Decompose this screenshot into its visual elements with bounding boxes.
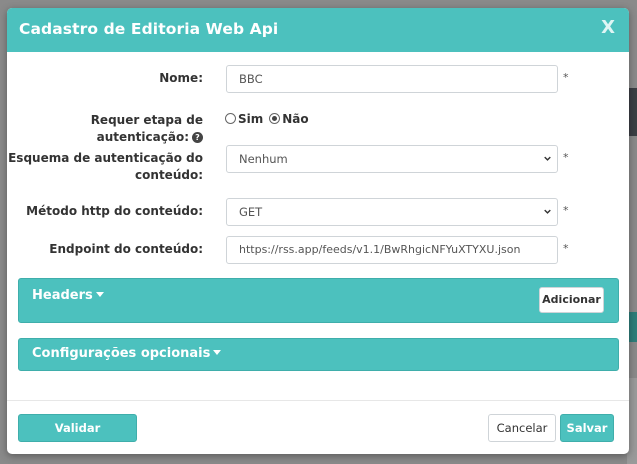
auth-label-text: Requer etapa de autenticação: bbox=[90, 113, 203, 144]
editoria-modal: Cadastro de Editoria Web Api X Nome: BBC… bbox=[7, 8, 629, 454]
esquema-select[interactable]: Nenhum bbox=[226, 145, 558, 173]
metodo-value: GET bbox=[239, 205, 263, 219]
footer-divider bbox=[7, 400, 629, 401]
caret-down-icon bbox=[213, 350, 222, 355]
nome-input[interactable]: BBC bbox=[226, 65, 558, 93]
validate-button[interactable]: Validar integração bbox=[18, 414, 137, 454]
nome-label: Nome: bbox=[159, 71, 203, 85]
question-icon[interactable]: ? bbox=[192, 132, 203, 143]
esquema-label-line2: conteúdo: bbox=[135, 168, 203, 182]
required-marker: * bbox=[563, 151, 569, 164]
radio-sim[interactable] bbox=[225, 113, 236, 124]
required-marker: * bbox=[563, 71, 569, 84]
auth-radio-group: Sim Não bbox=[225, 112, 309, 126]
headers-toggle[interactable]: Headers bbox=[32, 288, 104, 303]
caret-down-icon bbox=[95, 292, 104, 297]
modal-title: Cadastro de Editoria Web Api bbox=[19, 20, 279, 38]
endpoint-input[interactable]: https://rss.app/feeds/v1.1/BwRhgicNFYuXT… bbox=[226, 236, 558, 264]
headers-panel: Headers Adicionar bbox=[18, 278, 619, 323]
esquema-label-line1: Esquema de autenticação do bbox=[8, 151, 203, 165]
metodo-select[interactable]: GET bbox=[226, 198, 558, 226]
nome-value: BBC bbox=[239, 72, 263, 86]
esquema-value: Nenhum bbox=[239, 152, 288, 166]
metodo-label: Método http do conteúdo: bbox=[26, 204, 203, 218]
required-marker: * bbox=[563, 242, 569, 255]
config-title: Configurações opcionais bbox=[32, 346, 211, 361]
chevron-down-icon bbox=[544, 209, 551, 214]
add-header-button[interactable]: Adicionar bbox=[539, 287, 604, 313]
esquema-label: Esquema de autenticação do conteúdo: bbox=[8, 150, 203, 184]
radio-sim-label[interactable]: Sim bbox=[238, 112, 263, 126]
endpoint-value: https://rss.app/feeds/v1.1/BwRhgicNFYuXT… bbox=[239, 243, 521, 256]
config-panel: Configurações opcionais bbox=[18, 338, 619, 371]
close-icon[interactable]: X bbox=[601, 17, 615, 38]
radio-nao-label[interactable]: Não bbox=[282, 112, 308, 126]
save-button[interactable]: Salvar bbox=[560, 414, 614, 442]
radio-nao[interactable] bbox=[269, 113, 281, 124]
config-toggle[interactable]: Configurações opcionais bbox=[32, 346, 222, 361]
required-marker: * bbox=[563, 204, 569, 217]
headers-title: Headers bbox=[32, 288, 93, 303]
endpoint-label: Endpoint do conteúdo: bbox=[49, 242, 203, 256]
cancel-button[interactable]: Cancelar bbox=[488, 414, 556, 442]
modal-header: Cadastro de Editoria Web Api X bbox=[7, 8, 629, 52]
auth-label: Requer etapa de autenticação:? bbox=[7, 112, 203, 146]
chevron-down-icon bbox=[544, 156, 551, 161]
